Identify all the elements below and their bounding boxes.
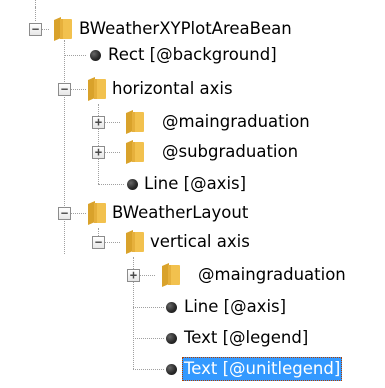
tree-node-label-selected[interactable]: Text [@unitlegend] [182,357,343,381]
tree-connector [133,369,164,370]
folder-icon [126,110,144,134]
bullet-icon [127,179,138,190]
bullet-icon [166,333,177,344]
tree-node-label[interactable]: BWeatherLayout [110,201,250,225]
tree-connector [98,184,124,185]
expand-toggle[interactable]: + [92,116,105,129]
folder-open-icon [88,201,106,225]
collapse-toggle[interactable]: − [92,236,105,249]
tree-node-label[interactable]: Text [@legend] [182,326,310,350]
tree-node-label[interactable]: Line [@axis] [182,295,288,319]
expand-toggle[interactable]: + [92,146,105,159]
collapse-toggle[interactable]: − [29,23,42,36]
tree-connector [64,55,86,56]
folder-icon [126,140,144,164]
tree-node-label[interactable]: Line [@axis] [142,172,248,196]
tree-connector [64,40,65,254]
tree-node-label[interactable]: @subgraduation [160,140,300,164]
tree-node-label[interactable]: Rect [@background] [106,43,279,67]
tree-connector [133,307,164,308]
folder-icon [162,263,180,287]
tree-connector [35,7,36,21]
bullet-icon [166,364,177,375]
expand-toggle[interactable]: + [127,269,140,282]
tree-view[interactable]: − BWeatherXYPlotAreaBean Rect [@backgrou… [0,0,385,388]
collapse-toggle[interactable]: − [58,83,71,96]
tree-node-label[interactable]: @maingraduation [160,110,312,134]
tree-connector [35,0,36,7]
tree-node-label[interactable]: BWeatherXYPlotAreaBean [77,17,294,41]
tree-node-label[interactable]: @maingraduation [196,263,348,287]
folder-open-icon [126,230,144,254]
bullet-icon [90,50,101,61]
tree-node-label[interactable]: horizontal axis [110,77,235,101]
folder-open-icon [88,77,106,101]
collapse-toggle[interactable]: − [58,207,71,220]
bullet-icon [166,302,177,313]
folder-open-icon [54,17,72,41]
tree-node-label[interactable]: vertical axis [148,230,252,254]
tree-connector [133,338,164,339]
